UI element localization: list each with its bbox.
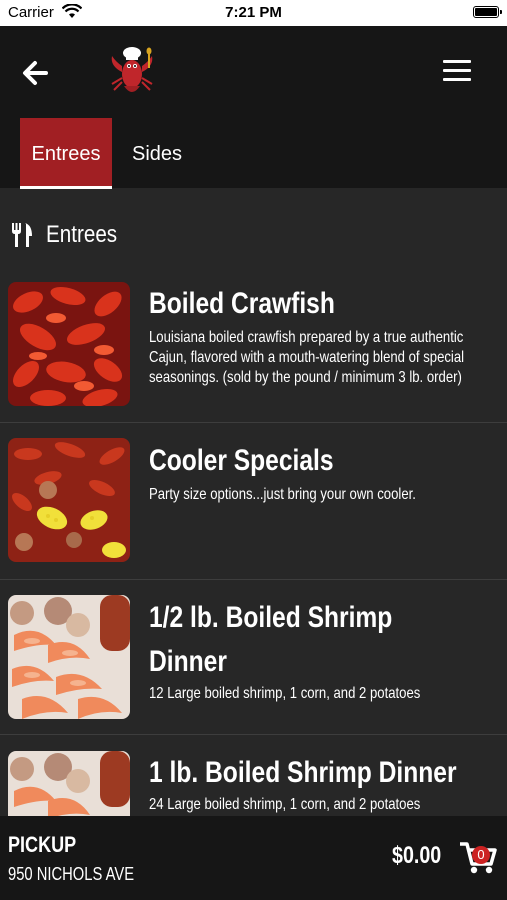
item-name-line2: Dinner — [149, 645, 227, 678]
hamburger-menu-icon[interactable] — [443, 60, 471, 86]
menu-item[interactable]: Boiled Crawfish Louisiana boiled crawfis… — [0, 270, 507, 423]
pickup-label: PICKUP — [8, 832, 77, 857]
back-arrow-icon[interactable] — [20, 58, 50, 88]
item-description: Louisiana boiled crawfish prepared by a … — [149, 329, 465, 386]
shrimp-dinner-photo — [8, 595, 130, 719]
section-header: Entrees — [0, 188, 507, 268]
item-description: 24 Large boiled shrimp, 1 corn, and 2 po… — [149, 796, 421, 813]
item-description: 12 Large boiled shrimp, 1 corn, and 2 po… — [149, 685, 421, 702]
checkout-bar: PICKUP 950 NICHOLS AVE $0.00 0 — [0, 816, 507, 900]
section-title: Entrees — [46, 221, 118, 248]
fork-knife-icon — [10, 222, 34, 248]
menu-item[interactable]: Cooler Specials Party size options...jus… — [0, 423, 507, 580]
cart-count-badge: 0 — [472, 846, 490, 864]
battery-icon — [473, 6, 502, 18]
tab-entrees[interactable]: Entrees — [20, 118, 112, 189]
item-name: 1/2 lb. Boiled Shrimp — [149, 601, 393, 634]
item-name: 1 lb. Boiled Shrimp Dinner — [149, 756, 457, 789]
cooler-special-photo — [8, 438, 130, 562]
item-name: Cooler Specials — [149, 444, 334, 477]
status-bar: Carrier 7:21 PM — [0, 0, 507, 26]
menu-item[interactable]: 1/2 lb. Boiled Shrimp Dinner 12 Large bo… — [0, 580, 507, 735]
crawfish-photo — [8, 282, 130, 406]
item-description: Party size options...just bring your own… — [149, 486, 416, 503]
item-name: Boiled Crawfish — [149, 287, 335, 320]
order-total: $0.00 — [392, 842, 442, 869]
crawfish-chef-logo — [104, 44, 160, 98]
tab-sides[interactable]: Sides — [132, 118, 182, 186]
clock: 7:21 PM — [225, 4, 282, 21]
app-header: Entrees Sides — [0, 26, 507, 189]
pickup-address[interactable]: 950 NICHOLS AVE — [8, 864, 134, 885]
